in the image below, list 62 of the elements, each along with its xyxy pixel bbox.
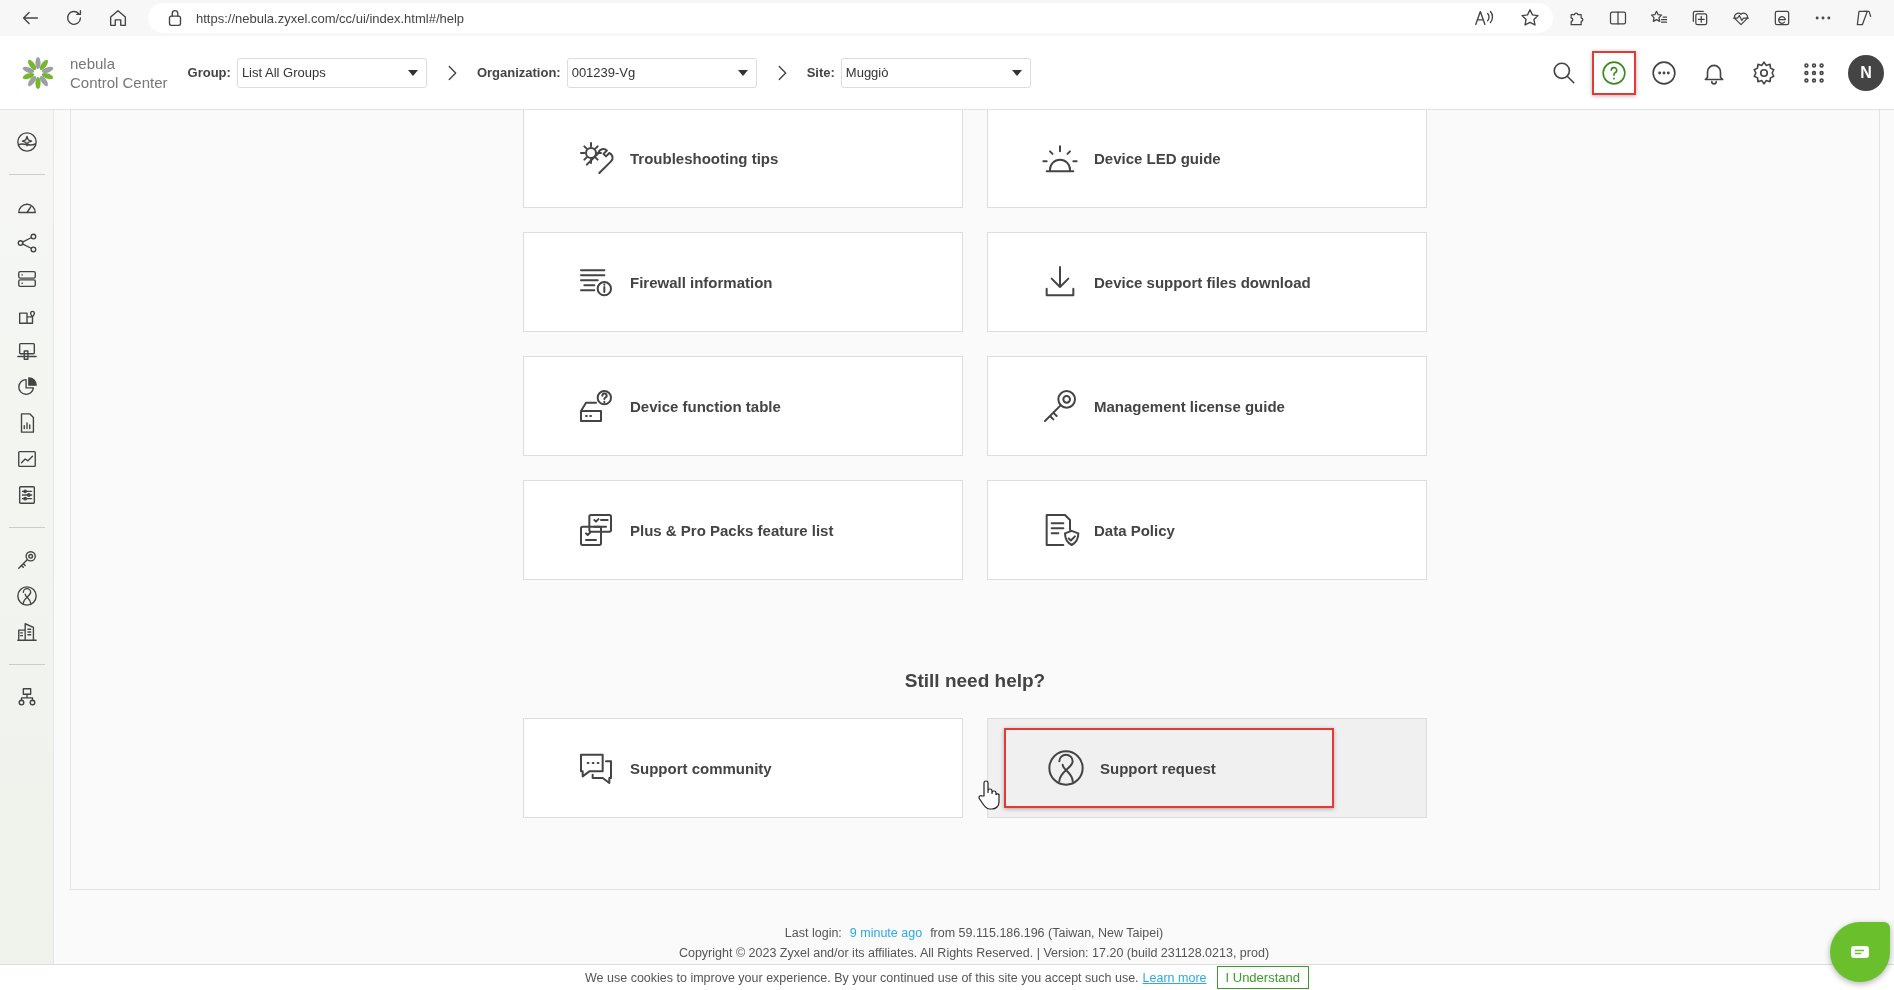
card-title: Firewall information: [630, 273, 773, 291]
copyright-text: Copyright © 2023 Zyxel and/or its affiliates. All Rights Reserved. | Version: 17.20 (build 231128.0213, prod): [678, 946, 1270, 960]
caret-icon: [407, 69, 418, 76]
key-icon: [15, 549, 38, 571]
caret-icon: [737, 69, 748, 76]
card-title: Device function table: [630, 397, 781, 415]
help-card[interactable]: Data Policy: [987, 480, 1427, 580]
search-icon: [1551, 59, 1577, 86]
url-text: https://nebula.zyxel.com/cc/ui/index.html#/help: [196, 10, 466, 26]
card-title: Support community: [630, 759, 772, 777]
sail-logo-icon[interactable]: [1854, 8, 1874, 28]
help-icon: [1601, 59, 1627, 86]
devices-icon: [15, 340, 38, 362]
card-title: Device LED guide: [1094, 149, 1221, 167]
support-icon: [15, 585, 38, 607]
help-card[interactable]: Firewall information: [523, 232, 963, 332]
card-title: Support request: [1100, 759, 1216, 777]
caret-icon: [1011, 69, 1022, 76]
logo-text: Control Center: [70, 72, 168, 92]
settings-icon: [1751, 59, 1777, 86]
help-card[interactable]: Support request: [987, 718, 1427, 818]
help-button[interactable]: [1592, 50, 1636, 95]
help-card[interactable]: Device function table: [523, 356, 963, 456]
logo-icon: [20, 54, 56, 91]
section-heading: Still need help?: [904, 670, 1046, 692]
pie-chart-icon: [15, 376, 38, 398]
help-card[interactable]: Device LED guide: [987, 110, 1427, 208]
line-chart-icon: [15, 448, 38, 470]
logo-text: nebula: [70, 53, 117, 73]
support-icon: [1046, 748, 1086, 788]
star-icon[interactable]: [1519, 7, 1541, 29]
address-bar[interactable]: https://nebula.zyxel.com/cc/ui/index.html#/help: [148, 3, 1553, 33]
accept-button[interactable]: I Understand: [1216, 966, 1309, 989]
help-card[interactable]: Plus & Pro Packs feature list: [523, 480, 963, 580]
server-icon: [15, 268, 38, 290]
sparkle-icon: [15, 131, 38, 153]
building-icon: [15, 621, 38, 643]
card-title: Data Policy: [1094, 521, 1175, 539]
filter-label: Organization:: [476, 65, 561, 80]
cookie-text: We use cookies to improve your experience. By your continued use of this site you accept such use.: [585, 970, 1139, 985]
filter-dropdown[interactable]: List All Groups: [236, 57, 427, 88]
filter-dropdown[interactable]: Muggiò: [840, 57, 1031, 88]
card-title: Device support files download: [1094, 273, 1311, 291]
hand-cursor-icon: [978, 780, 1000, 810]
collections-icon[interactable]: [1690, 8, 1710, 28]
filter-label: Group:: [187, 65, 231, 80]
share-nodes-icon: [15, 232, 38, 254]
home-icon: [107, 7, 129, 29]
last-login-text: from 59.115.186.196 (Taiwan, New Taipei): [930, 926, 1164, 940]
card-title: Plus & Pro Packs feature list: [630, 521, 834, 539]
browser-page-icon[interactable]: [1772, 8, 1792, 28]
filter-label: Site:: [806, 65, 835, 80]
help-card[interactable]: Management license guide: [987, 356, 1427, 456]
help-card[interactable]: Support community: [523, 718, 963, 818]
card-title: Management license guide: [1094, 397, 1285, 415]
help-card[interactable]: Troubleshooting tips: [523, 110, 963, 208]
user-avatar[interactable]: N: [1848, 54, 1884, 91]
help-card[interactable]: Device support files download: [987, 232, 1427, 332]
card-title: Troubleshooting tips: [630, 149, 779, 167]
filter-dropdown[interactable]: 001239-Vg: [566, 57, 757, 88]
chat-icon: [1651, 59, 1677, 86]
last-login-label: Last login:: [784, 926, 842, 940]
